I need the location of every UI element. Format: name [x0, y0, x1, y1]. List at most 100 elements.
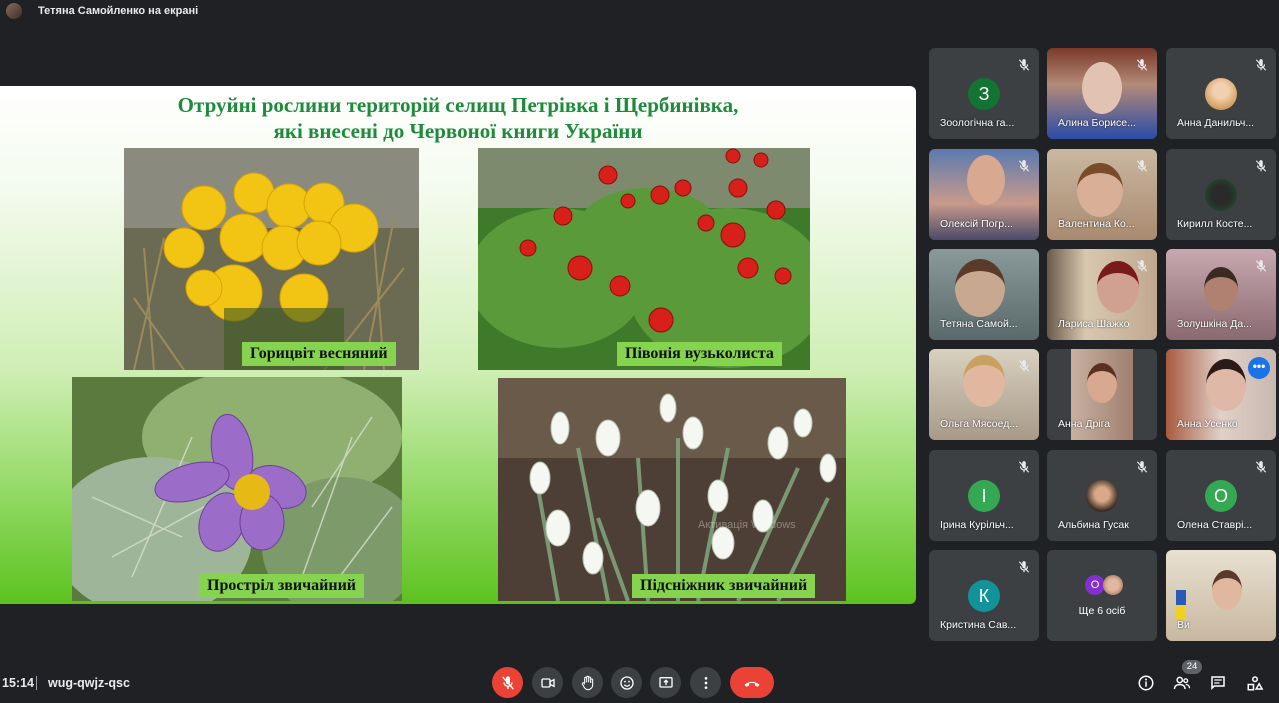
face [955, 259, 1005, 317]
face [1212, 570, 1242, 610]
more-vert-icon [704, 676, 707, 689]
caption-adonis: Горицвіт весняний [242, 342, 396, 366]
hangup-icon [744, 681, 760, 687]
participant-name: Ірина Курільч... [940, 519, 1014, 531]
face [1077, 163, 1123, 217]
face [1087, 363, 1117, 403]
participant-name: Кирилл Косте... [1177, 218, 1253, 230]
participant-tile[interactable]: ••• Анна Усенко [1166, 349, 1276, 440]
presenter-title: Тетяна Самойленко на екрані [38, 5, 199, 17]
participant-tile[interactable]: Тетяна Самой... [929, 249, 1039, 340]
bottom-toolbar: 15:14 wug-qwjz-qsc 24 [0, 660, 1279, 703]
flag [1176, 590, 1186, 620]
chat-button[interactable] [1208, 673, 1228, 693]
face [1206, 359, 1246, 411]
participant-tile[interactable]: І Ірина Курільч... [929, 450, 1039, 541]
participant-tile[interactable]: К Кристина Сав... [929, 550, 1039, 641]
caption-snowdrop: Підсніжник звичайний [632, 574, 816, 598]
emoji-reactions-button[interactable] [611, 667, 642, 698]
face [1204, 267, 1238, 311]
photo-snowdrop: Активація Windows [498, 378, 846, 601]
mic-off-icon [1018, 360, 1030, 372]
participant-avatar [1205, 78, 1237, 110]
face [1097, 261, 1139, 313]
participant-name: Алина Борисе... [1058, 117, 1136, 129]
caption-peony: Півонія вузьколиста [617, 342, 782, 366]
participant-tile[interactable]: Алина Борисе... [1047, 48, 1157, 139]
participant-tile[interactable]: Анна Дріга [1047, 349, 1157, 440]
mic-toggle-button[interactable] [492, 667, 523, 698]
participant-tile[interactable]: Лариса Шажко [1047, 249, 1157, 340]
mic-off-icon [501, 675, 514, 689]
activities-button[interactable] [1245, 673, 1265, 693]
windows-watermark: Активація Windows [698, 519, 796, 531]
mic-off-icon [1255, 160, 1267, 172]
camera-icon [540, 677, 555, 688]
mic-off-icon [1018, 59, 1030, 71]
participant-name: Тетяна Самой... [940, 318, 1018, 330]
participant-tile[interactable]: З Зоологічна га... [929, 48, 1039, 139]
participant-name: Ви [1177, 619, 1190, 631]
info-icon [1138, 675, 1154, 691]
slide-title-line1: Отруйні рослини територій селищ Петрівка… [177, 93, 739, 117]
participant-initial: О [1205, 480, 1237, 512]
participant-initial: І [968, 480, 1000, 512]
participant-name: Альбина Гусак [1058, 519, 1129, 531]
presenter-bar: Тетяна Самойленко на екрані [0, 0, 1279, 22]
more-options-button[interactable] [690, 667, 721, 698]
face [1082, 62, 1122, 114]
photo-adonis [124, 148, 419, 370]
mic-off-icon [1018, 561, 1030, 573]
camera-toggle-button[interactable] [532, 667, 563, 698]
participant-tile[interactable]: Альбина Гусак [1047, 450, 1157, 541]
raise-hand-button[interactable] [572, 667, 603, 698]
participant-name: Кристина Сав... [940, 619, 1017, 631]
more-participants-label: Ще 6 осіб [1078, 605, 1126, 617]
participant-name: Анна Усенко [1177, 418, 1238, 430]
mic-off-icon [1136, 461, 1148, 473]
participant-avatar [1205, 179, 1237, 211]
face [967, 155, 1005, 205]
presentation-slide: Отруйні рослини територій селищ Петрівка… [0, 86, 916, 604]
participant-tile[interactable]: Анна Данильч... [1166, 48, 1276, 139]
slide-title-line2: які внесені до Червоної книги України [273, 119, 643, 143]
participant-avatar [1086, 480, 1118, 512]
more-options-button[interactable]: ••• [1248, 357, 1270, 379]
participant-name: Зоологічна га... [940, 117, 1015, 129]
photo-peony [478, 148, 810, 370]
mic-off-icon [1136, 160, 1148, 172]
leave-call-button[interactable] [730, 667, 774, 698]
participant-initial: З [968, 78, 1000, 110]
participant-tile[interactable]: О Олена Ставрі... [1166, 450, 1276, 541]
divider [36, 676, 37, 690]
participant-tile[interactable]: Золушкіна Да... [1166, 249, 1276, 340]
mic-off-icon [1255, 59, 1267, 71]
activities-icon [1247, 676, 1264, 691]
mic-off-icon [1136, 59, 1148, 71]
participant-name: Валентина Ко... [1058, 218, 1135, 230]
participant-name: Лариса Шажко [1058, 318, 1130, 330]
participant-tile[interactable]: Олексій Погр... [929, 149, 1039, 240]
present-screen-button[interactable] [650, 667, 681, 698]
people-icon [1173, 676, 1191, 690]
meeting-time: 15:14 [2, 676, 34, 690]
participant-name: Анна Дріга [1058, 418, 1111, 430]
mic-off-icon [1018, 461, 1030, 473]
emoji-icon [619, 675, 634, 690]
participant-initial: К [968, 580, 1000, 612]
participant-name: Анна Данильч... [1177, 117, 1255, 129]
self-tile[interactable]: Ви [1166, 550, 1276, 641]
participant-tile[interactable]: Ольга Мясоед... [929, 349, 1039, 440]
participant-name: Ольга Мясоед... [940, 418, 1019, 430]
meeting-info-button[interactable] [1136, 673, 1156, 693]
mic-off-icon [1255, 461, 1267, 473]
participant-name: Золушкіна Да... [1177, 318, 1252, 330]
participant-initial: О [1085, 575, 1105, 595]
participant-name: Олексій Погр... [940, 218, 1013, 230]
participant-tile[interactable]: Кирилл Косте... [1166, 149, 1276, 240]
people-button[interactable] [1172, 673, 1192, 693]
participant-tile[interactable]: Валентина Ко... [1047, 149, 1157, 240]
caption-pasqueflower: Прострiл звичайний [199, 574, 365, 598]
more-participants-tile[interactable]: О Ще 6 осіб [1047, 550, 1157, 641]
face [963, 355, 1005, 407]
